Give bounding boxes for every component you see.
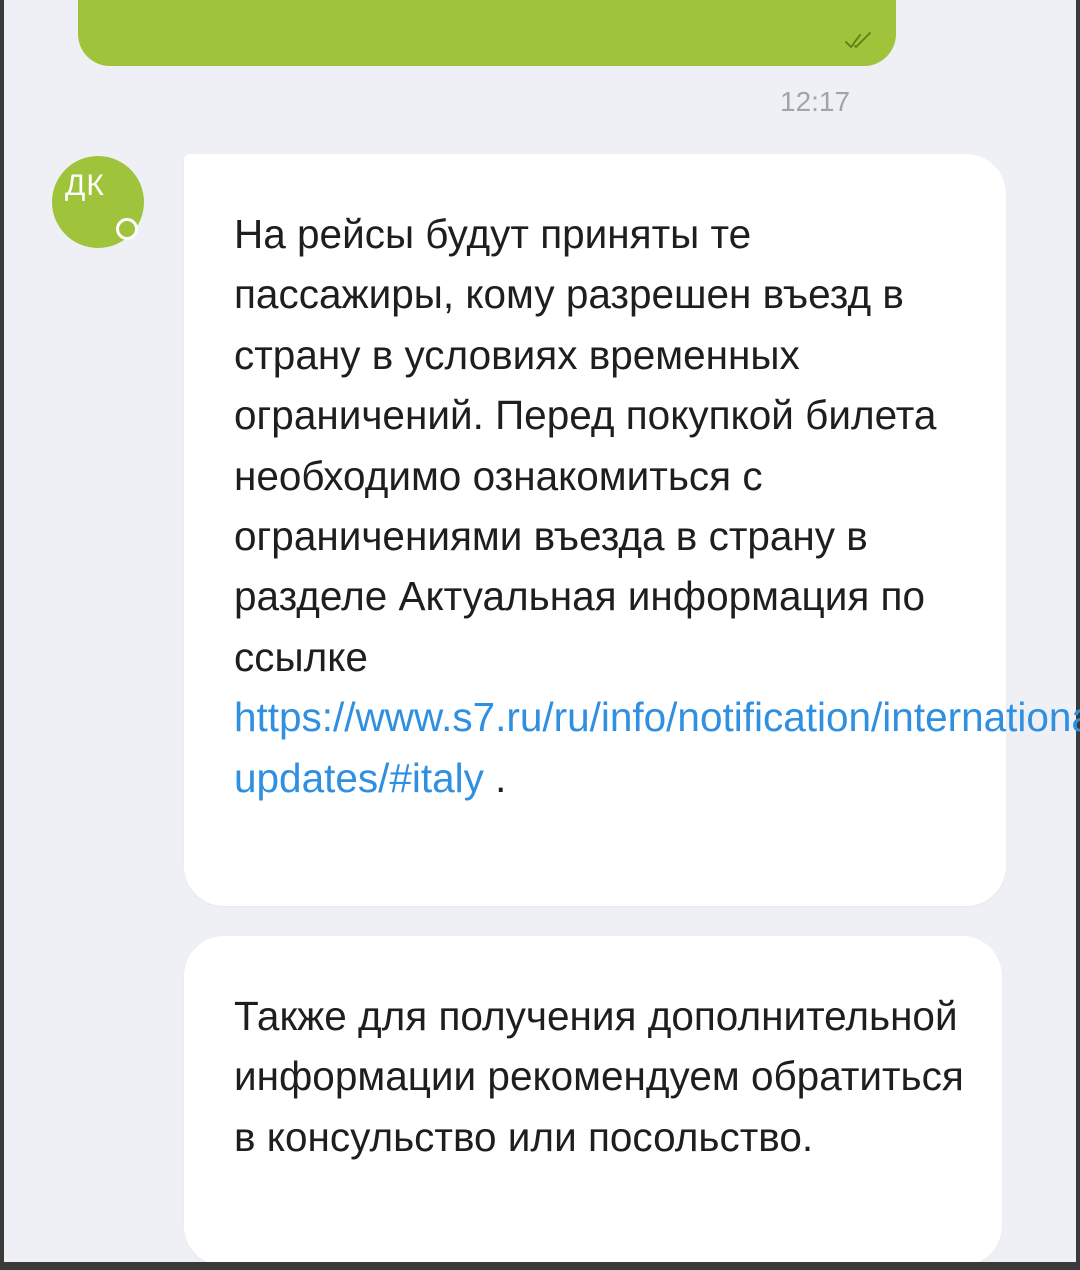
message-text: На рейсы будут приняты те пассажиры, ком… xyxy=(234,204,1080,808)
info-link[interactable]: https://www.s7.ru/ru/info/notification/i… xyxy=(234,694,1080,800)
avatar[interactable]: ДК xyxy=(52,156,144,248)
message-body: На рейсы будут приняты те пассажиры, ком… xyxy=(234,211,937,680)
message-text: Также для получения дополнительной инфор… xyxy=(234,993,964,1160)
outgoing-message-bubble[interactable] xyxy=(78,0,896,66)
avatar-initials: ДК xyxy=(65,169,105,202)
screen-frame-bottom xyxy=(0,1262,1080,1270)
double-check-icon xyxy=(845,32,871,48)
screen-frame-left xyxy=(0,0,4,1262)
online-status-dot xyxy=(116,218,138,240)
incoming-message-bubble[interactable]: Также для получения дополнительной инфор… xyxy=(184,936,1002,1266)
message-suffix: . xyxy=(483,754,507,801)
incoming-message-bubble[interactable]: На рейсы будут приняты те пассажиры, ком… xyxy=(184,154,1080,906)
message-timestamp: 12:17 xyxy=(780,86,851,117)
screen-frame-right xyxy=(1076,0,1080,1262)
